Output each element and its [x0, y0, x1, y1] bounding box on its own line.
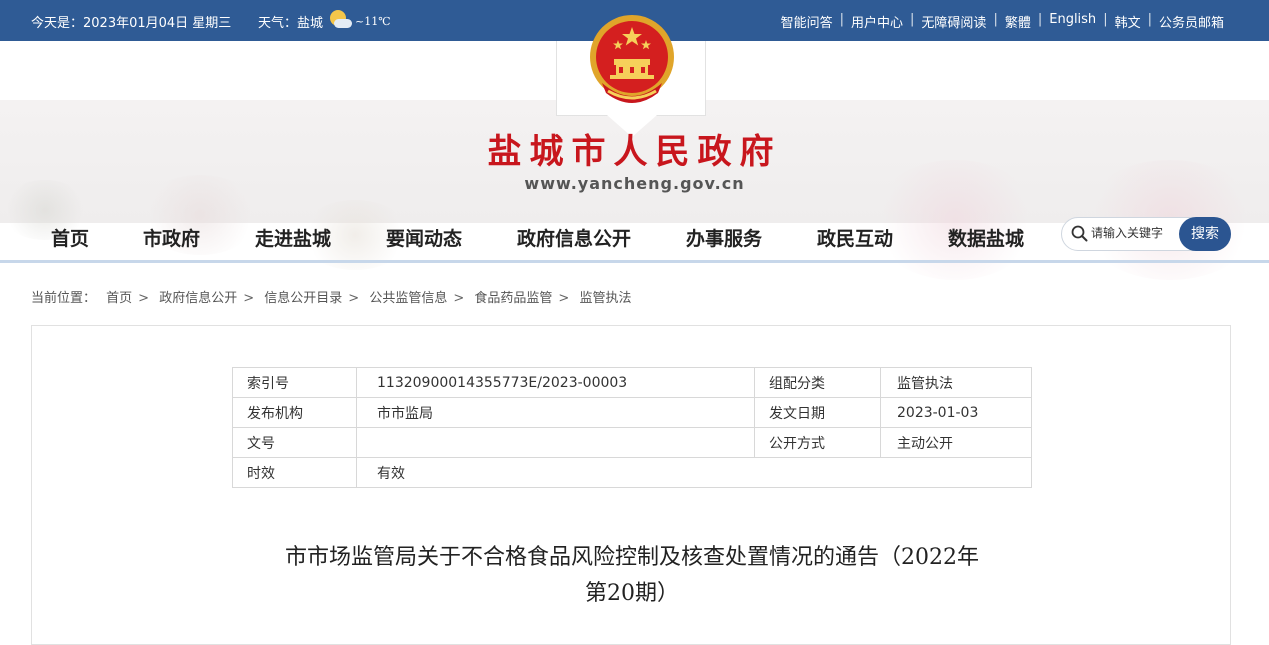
link-smart-qa[interactable]: 智能问答 [781, 12, 833, 31]
breadcrumb-separator: > [558, 291, 570, 306]
nav-item-news[interactable]: 要闻动态 [386, 224, 462, 251]
separator: | [910, 12, 915, 27]
search-icon [1071, 225, 1088, 242]
weather-city: 盐城 [297, 16, 324, 31]
disclosure-method-label: 公开方式 [754, 427, 881, 458]
link-korean[interactable]: 韩文 [1115, 12, 1141, 31]
site-url: www.yancheng.gov.cn [524, 174, 745, 193]
breadcrumb-item-info-catalog[interactable]: 信息公开目录 [264, 291, 342, 306]
index-number-value: 11320900014355773E/2023-00003 [356, 367, 755, 398]
breadcrumb-item-info-disclosure[interactable]: 政府信息公开 [159, 291, 237, 306]
table-row: 索引号 11320900014355773E/2023-00003 组配分类 监… [232, 367, 1032, 398]
document-number-value [356, 427, 755, 458]
breadcrumb: 当前位置： 首页 > 政府信息公开 > 信息公开目录 > 公共监管信息 > 食品药品监管… [31, 287, 637, 306]
current-date: 今天是：2023年01月04日 星期三 [31, 16, 232, 31]
top-links: 智能问答 | 用户中心 | 无障碍阅读 | 繁體 | English | 韩文 | 公务员邮… [781, 12, 1224, 31]
separator: | [839, 12, 845, 27]
weather-label: 天气： [258, 16, 298, 31]
document-title-line-1: 市市场监管局关于不合格食品风险控制及核查处置情况的通告（2022年 [285, 545, 979, 570]
table-row: 文号 公开方式 主动公开 [232, 427, 1032, 458]
national-emblem-icon[interactable] [588, 13, 676, 109]
breadcrumb-separator: > [453, 291, 465, 306]
document-number-label: 文号 [232, 427, 357, 458]
metadata-table: 索引号 11320900014355773E/2023-00003 组配分类 监… [232, 367, 1032, 488]
breadcrumb-label: 当前位置： [31, 291, 97, 306]
nav-item-services[interactable]: 办事服务 [686, 224, 762, 251]
search-button[interactable]: 搜索 [1179, 217, 1231, 251]
validity-value: 有效 [356, 457, 1032, 488]
breadcrumb-separator: > [138, 291, 150, 306]
link-accessibility[interactable]: 无障碍阅读 [921, 12, 986, 31]
link-user-center[interactable]: 用户中心 [851, 12, 903, 31]
validity-label: 时效 [232, 457, 357, 488]
weather-temperature: ~11℃ [355, 15, 391, 28]
publisher-label: 发布机构 [232, 397, 357, 428]
separator: | [1147, 12, 1152, 27]
nav-divider [0, 260, 1269, 263]
index-number-label: 索引号 [232, 367, 357, 398]
breadcrumb-separator: > [348, 291, 360, 306]
table-row: 时效 有效 [232, 457, 1032, 488]
document-title: 市市场监管局关于不合格食品风险控制及核查处置情况的通告（2022年 第20期） [232, 540, 1032, 612]
publisher-value: 市市监局 [356, 397, 755, 428]
issue-date-value: 2023-01-03 [880, 397, 1032, 428]
category-value: 监管执法 [880, 367, 1032, 398]
nav-item-city-government[interactable]: 市政府 [143, 224, 200, 251]
separator: | [1037, 12, 1043, 27]
nav-item-data[interactable]: 数据盐城 [948, 224, 1024, 251]
partly-cloudy-icon [327, 9, 353, 30]
nav-item-information-disclosure[interactable]: 政府信息公开 [517, 224, 631, 251]
link-civil-servant-mail[interactable]: 公务员邮箱 [1159, 12, 1224, 31]
breadcrumb-item-public-supervision[interactable]: 公共监管信息 [369, 291, 447, 306]
breadcrumb-item-home[interactable]: 首页 [106, 291, 132, 306]
article-panel: 索引号 11320900014355773E/2023-00003 组配分类 监… [31, 325, 1231, 645]
issue-date-label: 发文日期 [754, 397, 881, 428]
table-row: 发布机构 市市监局 发文日期 2023-01-03 [232, 397, 1032, 428]
search-input[interactable] [1091, 226, 1177, 240]
link-english[interactable]: English [1049, 12, 1096, 31]
disclosure-method-value: 主动公开 [880, 427, 1032, 458]
weather-widget: 天气： 盐城 ~11℃ [258, 9, 391, 31]
nav-item-home[interactable]: 首页 [51, 224, 89, 251]
site-title[interactable]: 盐城市人民政府 [0, 124, 1269, 173]
search-box: 搜索 [1061, 217, 1231, 251]
document-title-line-2: 第20期） [585, 581, 679, 606]
separator: | [993, 12, 998, 27]
link-traditional-chinese[interactable]: 繁體 [1005, 12, 1031, 31]
breadcrumb-separator: > [243, 291, 255, 306]
nav-item-interaction[interactable]: 政民互动 [817, 224, 893, 251]
category-label: 组配分类 [754, 367, 881, 398]
nav-item-about-yancheng[interactable]: 走进盐城 [255, 224, 331, 251]
breadcrumb-item-food-drug[interactable]: 食品药品监管 [474, 291, 552, 306]
breadcrumb-item-enforcement[interactable]: 监管执法 [579, 291, 631, 306]
separator: | [1103, 12, 1108, 27]
